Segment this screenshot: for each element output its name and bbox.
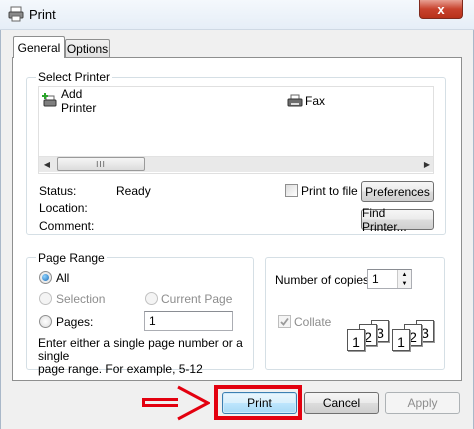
radio-all[interactable] bbox=[39, 271, 52, 284]
printer-name: Add Printer bbox=[61, 87, 97, 115]
status-label: Status: bbox=[39, 184, 77, 198]
collate-pages-illustration-b: 3 2 1 bbox=[388, 320, 438, 356]
close-icon: x bbox=[437, 1, 445, 17]
page-range-help-line1: Enter either a single page number or a s… bbox=[38, 336, 243, 363]
copies-increment-icon[interactable]: ▲ bbox=[397, 270, 411, 279]
radio-current-page[interactable] bbox=[145, 292, 158, 305]
apply-button[interactable]: Apply bbox=[385, 392, 460, 414]
tab-options-label: Options bbox=[66, 42, 109, 56]
pages-input[interactable]: 1 bbox=[144, 311, 233, 331]
printer-app-icon bbox=[8, 6, 24, 22]
pages-input-value: 1 bbox=[149, 314, 156, 328]
page-icon: 1 bbox=[392, 329, 410, 351]
copies-value: 1 bbox=[372, 272, 379, 286]
select-printer-label: Select Printer bbox=[36, 70, 113, 84]
window-title: Print bbox=[29, 7, 56, 22]
page-range-help: Enter either a single page number or a s… bbox=[38, 337, 252, 376]
scroll-right-arrow-icon[interactable]: ▶ bbox=[420, 156, 434, 172]
copies-decrement-icon[interactable]: ▼ bbox=[397, 279, 411, 288]
checkmark-icon bbox=[280, 317, 289, 326]
radio-selection-label: Selection bbox=[56, 292, 106, 306]
radio-current-page-label: Current Page bbox=[161, 292, 233, 306]
print-to-file-checkbox[interactable] bbox=[285, 184, 298, 197]
collate-label: Collate bbox=[294, 315, 332, 329]
find-printer-button[interactable]: Find Printer... bbox=[361, 206, 434, 234]
radio-pages-label: Pages: bbox=[56, 315, 94, 329]
preferences-button[interactable]: Preferences bbox=[361, 181, 434, 202]
page-range-help-line2: page range. For example, 5-12 bbox=[38, 362, 203, 376]
annotation-arrow-head-icon bbox=[176, 385, 212, 421]
scroll-thumb-grip: III bbox=[96, 159, 106, 169]
printer-item-fax[interactable]: Fax bbox=[287, 93, 337, 109]
collate-pages-illustration-a: 3 2 1 bbox=[343, 320, 393, 356]
apply-button-label: Apply bbox=[407, 396, 438, 410]
comment-label: Comment: bbox=[39, 219, 95, 233]
printer-name: Fax bbox=[305, 94, 326, 108]
cancel-button[interactable]: Cancel bbox=[304, 392, 379, 414]
tab-general-label: General bbox=[17, 40, 61, 55]
scroll-thumb[interactable]: III bbox=[57, 157, 145, 171]
tab-options[interactable]: Options bbox=[65, 39, 110, 58]
add-printer-icon bbox=[42, 93, 58, 109]
close-button[interactable]: x bbox=[419, 0, 463, 19]
fax-printer-icon bbox=[287, 93, 303, 109]
radio-all-label: All bbox=[56, 271, 70, 285]
annotation-highlight-box bbox=[214, 385, 302, 420]
page-range-label: Page Range bbox=[36, 251, 107, 265]
annotation-arrow-shaft bbox=[142, 398, 178, 407]
print-to-file-label: Print to file bbox=[301, 184, 358, 198]
tab-general[interactable]: General bbox=[13, 36, 65, 58]
number-of-copies-label: Number of copies: bbox=[275, 273, 373, 287]
cancel-button-label: Cancel bbox=[322, 396, 361, 410]
printer-item-add-printer[interactable]: Add Printer bbox=[42, 87, 120, 115]
location-label: Location: bbox=[39, 201, 88, 215]
scroll-left-arrow-icon[interactable]: ◀ bbox=[40, 156, 54, 172]
find-printer-button-label: Find Printer... bbox=[362, 205, 407, 234]
page-icon: 1 bbox=[347, 329, 365, 351]
collate-checkbox[interactable] bbox=[278, 315, 291, 328]
radio-pages[interactable] bbox=[39, 315, 52, 328]
radio-selection[interactable] bbox=[39, 292, 52, 305]
status-value: Ready bbox=[116, 184, 151, 198]
title-bar bbox=[0, 0, 474, 30]
preferences-button-label: Preferences bbox=[365, 184, 430, 199]
